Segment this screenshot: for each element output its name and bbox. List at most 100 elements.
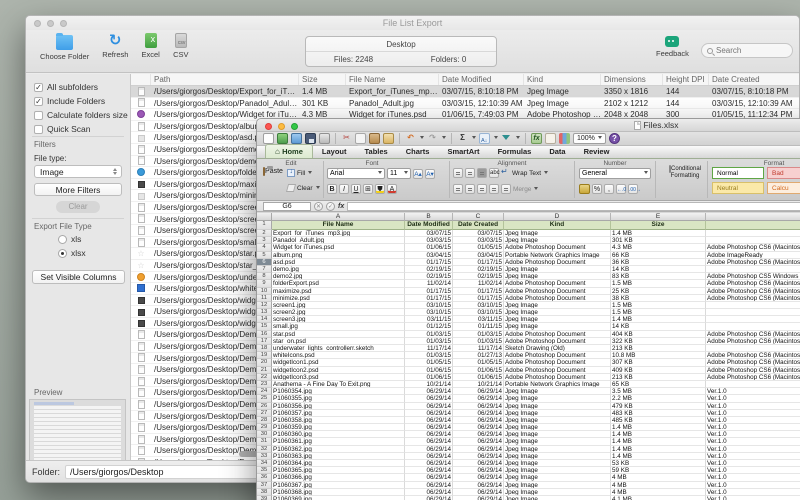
row-number[interactable]: 27 [257, 410, 272, 417]
row-number[interactable]: 10 [257, 288, 272, 295]
choose-folder-button[interactable]: Choose Folder [40, 33, 89, 61]
cell[interactable]: Adobe Photoshop Document [504, 359, 611, 366]
cell[interactable]: Jpeg Image [504, 237, 611, 244]
cell[interactable]: 53 KB [611, 460, 706, 467]
cell[interactable]: 03/07/15 [405, 230, 453, 237]
header-cell-size[interactable]: Size [611, 221, 706, 230]
cell[interactable]: 02/19/15 [453, 273, 504, 280]
clear-button[interactable]: Clear [287, 184, 320, 192]
decrease-indent-button[interactable] [489, 184, 499, 194]
cell[interactable]: P1060363.jpg [272, 453, 405, 460]
sort-icon[interactable] [479, 133, 490, 144]
cell[interactable]: Ver.1.0 [706, 417, 800, 424]
cell[interactable]: 06/29/14 [405, 438, 453, 445]
cell[interactable]: Portable Network Graphics Image [504, 252, 611, 259]
cell[interactable]: 06/29/14 [405, 424, 453, 431]
sort-dropdown-arrow[interactable] [494, 136, 498, 141]
cell[interactable]: 06/29/14 [453, 438, 504, 445]
cell[interactable]: 06/29/14 [405, 388, 453, 395]
tab-home[interactable]: Home [265, 144, 313, 158]
cell[interactable]: 213 KB [611, 345, 706, 352]
cell[interactable]: 01/05/15 [453, 359, 504, 366]
cell[interactable]: Adobe Photoshop CS6 (Macintosh) [706, 359, 800, 366]
cell[interactable]: P1060368.jpg [272, 489, 405, 496]
column-header-D[interactable]: D [504, 213, 611, 221]
row-number[interactable]: 28 [257, 417, 272, 424]
header-cell-date-created[interactable]: Date Created [453, 221, 504, 230]
cell[interactable]: Ver.1.0 [706, 424, 800, 431]
cell[interactable]: 03/10/15 [405, 309, 453, 316]
cell[interactable]: Jpeg Image [504, 388, 611, 395]
cell[interactable]: 10/21/14 [453, 381, 504, 388]
wrap-text-button[interactable]: Wrap Text [512, 170, 541, 177]
cell[interactable]: 03/03/15 [405, 237, 453, 244]
cell[interactable]: 06/29/14 [453, 489, 504, 496]
cell[interactable]: 1.4 MB [611, 446, 706, 453]
cell[interactable]: Export_for_iTunes_mp3.jpg [272, 230, 405, 237]
cell[interactable]: 66 KB [611, 252, 706, 259]
radio-xlsx[interactable]: xlsx [58, 248, 86, 258]
cell[interactable]: 02/19/15 [405, 273, 453, 280]
header-cell-date-modified[interactable]: Date Modified [405, 221, 453, 230]
number-format-dropdown[interactable]: General [579, 168, 651, 179]
cell[interactable]: 06/29/14 [453, 431, 504, 438]
cell[interactable]: 06/29/14 [405, 482, 453, 489]
borders-button[interactable]: ⊞ [363, 184, 373, 194]
cell[interactable]: 06/29/14 [453, 410, 504, 417]
row-number[interactable]: 3 [257, 237, 272, 244]
column-header-path[interactable]: Path [151, 74, 299, 85]
cell[interactable]: 01/17/15 [453, 295, 504, 302]
cell[interactable]: 307 KB [611, 359, 706, 366]
help-icon[interactable] [609, 133, 620, 144]
cell[interactable]: 03/10/15 [405, 302, 453, 309]
cell[interactable]: 1.4 MB [611, 230, 706, 237]
cell[interactable]: 11/17/14 [405, 345, 453, 352]
cell[interactable]: 2.2 MB [611, 395, 706, 402]
cell[interactable]: demo2.jpg [272, 273, 405, 280]
align-middle-button[interactable] [465, 168, 475, 178]
column-header-size[interactable]: Size [299, 74, 346, 85]
cell[interactable]: screen3.jpg [272, 316, 405, 323]
row-number[interactable]: 8 [257, 273, 272, 280]
cell[interactable]: Adobe Photoshop Document [504, 338, 611, 345]
align-top-button[interactable] [453, 168, 463, 178]
cell[interactable]: 01/06/15 [453, 367, 504, 374]
cell[interactable]: 06/29/14 [453, 467, 504, 474]
cell[interactable]: P1060365.jpg [272, 467, 405, 474]
cell[interactable]: 06/29/14 [405, 467, 453, 474]
search-input[interactable] [716, 46, 786, 55]
tab-review[interactable]: Review [575, 145, 619, 158]
cell-style-neutral[interactable]: Neutral [712, 182, 764, 194]
cell[interactable]: 06/29/14 [453, 403, 504, 410]
cell[interactable]: 322 KB [611, 338, 706, 345]
zoom-button[interactable] [60, 20, 67, 27]
cell[interactable]: 06/29/14 [453, 482, 504, 489]
cell[interactable]: Ver.1.0 [706, 395, 800, 402]
cell[interactable]: 06/29/14 [405, 431, 453, 438]
cell[interactable]: 83 KB [611, 273, 706, 280]
cell[interactable] [706, 309, 800, 316]
filter-dropdown-arrow[interactable] [516, 136, 520, 141]
font-name-dropdown[interactable]: Arial [327, 168, 385, 179]
cell[interactable]: 01/17/15 [453, 288, 504, 295]
cell[interactable]: Ver.1.0 [706, 438, 800, 445]
more-filters-button[interactable]: More Filters [34, 183, 122, 196]
cell[interactable]: Adobe Photoshop CS6 (Macintosh) [706, 288, 800, 295]
cell[interactable]: 03/10/15 [453, 309, 504, 316]
cell[interactable]: 01/03/15 [405, 338, 453, 345]
cell[interactable]: 06/29/14 [405, 395, 453, 402]
tab-formulas[interactable]: Formulas [489, 145, 541, 158]
minimize-button[interactable] [47, 20, 54, 27]
row-number[interactable]: 25 [257, 395, 272, 402]
cell[interactable]: Anathema - A Fine Day To Exit.png [272, 381, 405, 388]
cell[interactable]: Jpeg Image [504, 417, 611, 424]
row-number[interactable]: 1 [257, 221, 272, 230]
cell[interactable]: 01/11/15 [453, 323, 504, 330]
cell[interactable]: Adobe Photoshop CS5 Windows [706, 273, 800, 280]
cell[interactable]: 01/17/15 [405, 288, 453, 295]
cell[interactable]: 06/29/14 [405, 417, 453, 424]
conditional-formatting-button[interactable]: Conditional Formatting [659, 166, 711, 179]
cell[interactable] [706, 323, 800, 330]
cell[interactable]: 03/04/15 [453, 252, 504, 259]
cell[interactable]: Adobe Photoshop Document [504, 280, 611, 287]
